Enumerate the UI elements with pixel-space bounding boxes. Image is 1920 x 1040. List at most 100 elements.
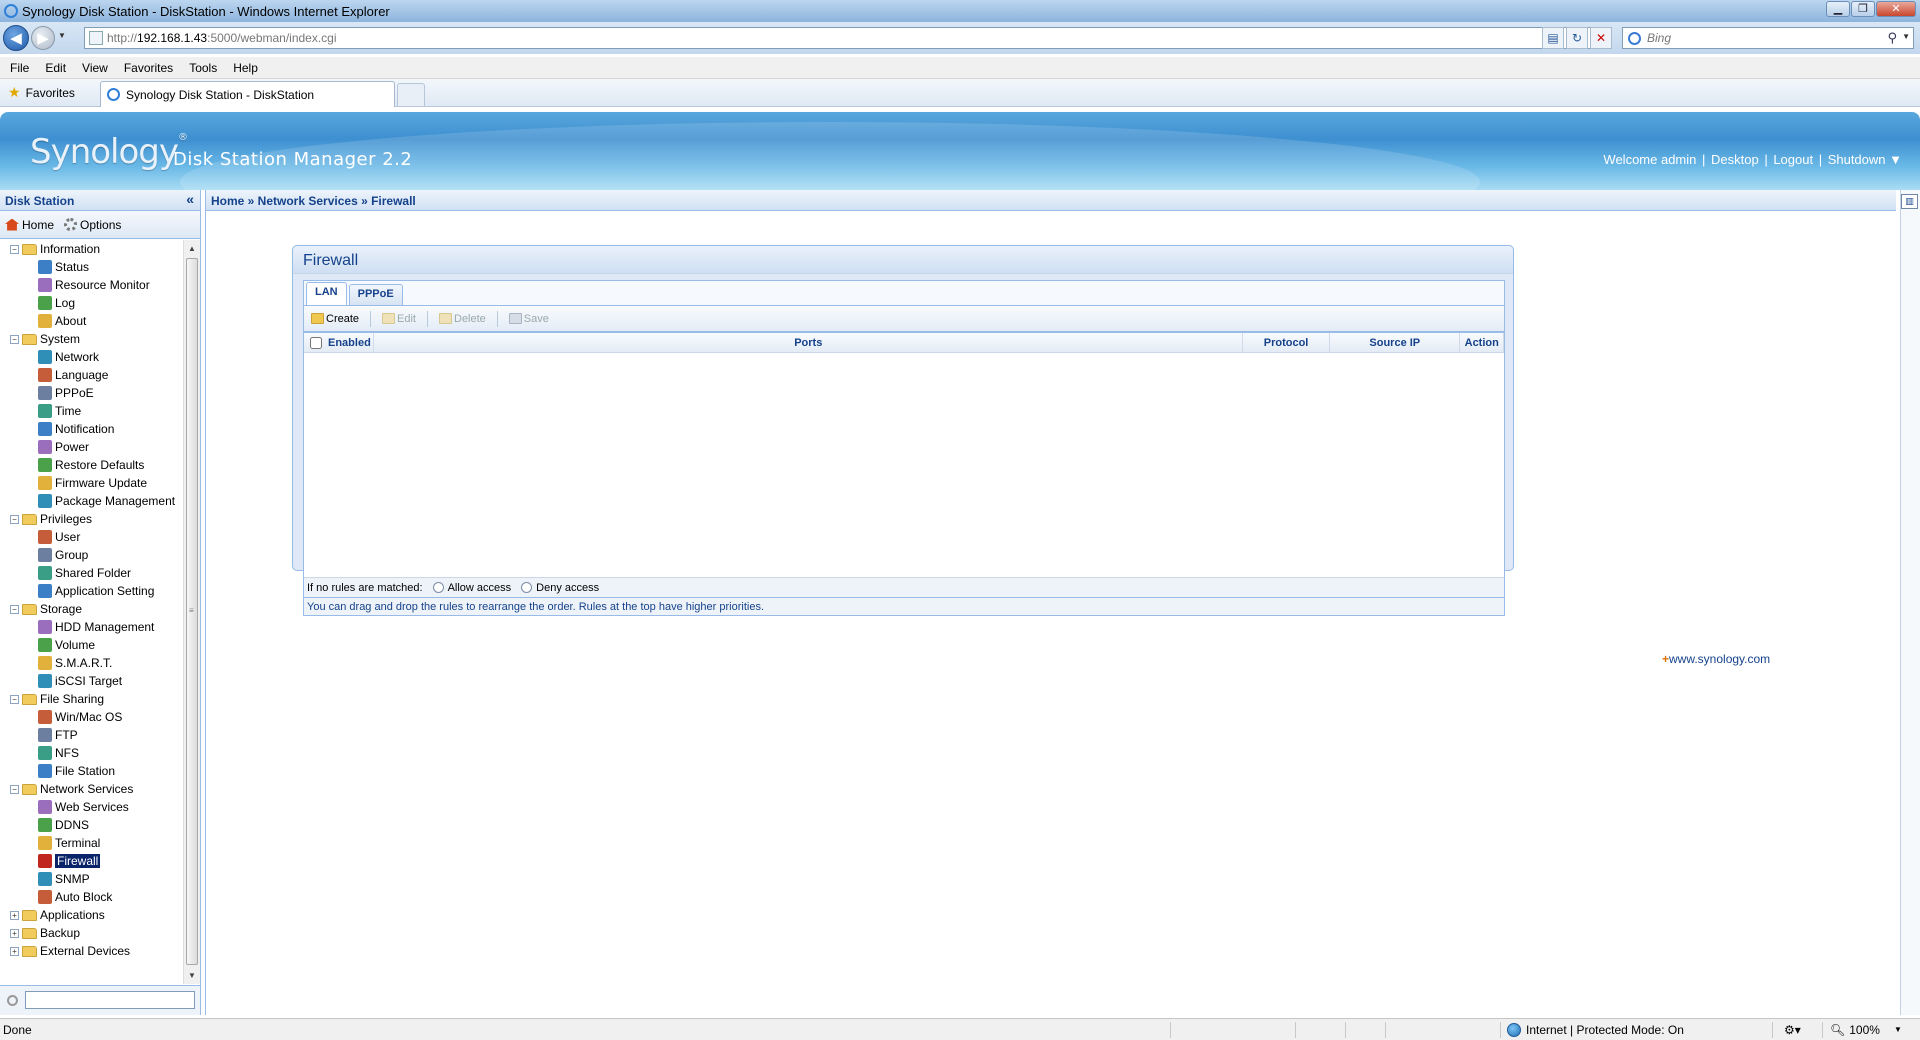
sidebar-item-resource-monitor[interactable]: Resource Monitor — [0, 276, 183, 294]
search-icon[interactable]: ⚲ — [1887, 30, 1897, 46]
menu-help[interactable]: Help — [225, 61, 266, 75]
column-action[interactable]: Action — [1460, 333, 1505, 352]
breadcrumb[interactable]: Home » Network Services » Firewall — [206, 190, 1896, 211]
synology-link-text[interactable]: www.synology.com — [1669, 652, 1770, 666]
collapse-icon[interactable]: − — [10, 244, 19, 254]
sidebar-search-input[interactable] — [25, 991, 195, 1009]
sidebar-item-nfs[interactable]: NFS — [0, 744, 183, 762]
menu-file[interactable]: File — [0, 61, 37, 75]
tree-category-storage[interactable]: − Storage — [0, 600, 183, 618]
home-button[interactable]: Home — [5, 218, 54, 232]
refresh-button[interactable]: ↻ — [1566, 27, 1588, 49]
sidebar-item-firmware-update[interactable]: Firmware Update — [0, 474, 183, 492]
menu-edit[interactable]: Edit — [37, 61, 74, 75]
tree-category-information[interactable]: − Information — [0, 240, 183, 258]
save-button[interactable]: Save — [506, 311, 552, 327]
scroll-up-icon[interactable]: ▲ — [184, 240, 200, 257]
sidebar-scrollbar[interactable]: ▲ ≡ ▼ — [183, 240, 200, 984]
column-ports[interactable]: Ports — [374, 333, 1244, 352]
select-all-checkbox[interactable] — [310, 336, 322, 349]
sidebar-item-snmp[interactable]: SNMP — [0, 870, 183, 888]
options-button[interactable]: Options — [64, 218, 121, 232]
help-icon[interactable]: ▥ — [1901, 194, 1918, 209]
logout-link[interactable]: Logout — [1773, 152, 1813, 167]
sidebar-item-group[interactable]: Group — [0, 546, 183, 564]
collapse-sidebar-icon[interactable]: « — [186, 191, 194, 207]
synology-link[interactable]: +www.synology.com — [1662, 652, 1770, 666]
sidebar-item-s-m-a-r-t[interactable]: S.M.A.R.T. — [0, 654, 183, 672]
sidebar-item-time[interactable]: Time — [0, 402, 183, 420]
column-protocol[interactable]: Protocol — [1243, 333, 1331, 352]
collapse-icon[interactable]: − — [10, 784, 19, 794]
tree-category-external-devices[interactable]: + External Devices — [0, 942, 183, 960]
grid-body[interactable] — [304, 353, 1504, 577]
search-dropdown-icon[interactable]: ▼ — [1902, 32, 1910, 41]
sidebar-item-power[interactable]: Power — [0, 438, 183, 456]
browser-tab[interactable]: Synology Disk Station - DiskStation — [100, 81, 395, 107]
column-source-ip[interactable]: Source IP — [1330, 333, 1461, 352]
stop-button[interactable]: ✕ — [1590, 27, 1612, 49]
new-tab-button[interactable] — [397, 83, 425, 106]
sidebar-item-hdd-management[interactable]: HDD Management — [0, 618, 183, 636]
create-button[interactable]: Create — [308, 311, 362, 327]
sidebar-item-package-management[interactable]: Package Management — [0, 492, 183, 510]
expand-icon[interactable]: + — [10, 910, 19, 920]
sidebar-item-shared-folder[interactable]: Shared Folder — [0, 564, 183, 582]
forward-button[interactable]: ▶ — [31, 26, 55, 50]
url-input[interactable]: http://192.168.1.43:5000/webman/index.cg… — [84, 27, 1612, 49]
menu-favorites[interactable]: Favorites — [116, 61, 181, 75]
sidebar-item-log[interactable]: Log — [0, 294, 183, 312]
tree-category-network-services[interactable]: − Network Services — [0, 780, 183, 798]
sidebar-item-language[interactable]: Language — [0, 366, 183, 384]
sidebar-item-ftp[interactable]: FTP — [0, 726, 183, 744]
allow-access-radio[interactable] — [432, 582, 444, 593]
sidebar-item-status[interactable]: Status — [0, 258, 183, 276]
compat-view-button[interactable]: ▤ — [1542, 27, 1564, 49]
maximize-button[interactable]: ❐ — [1851, 1, 1875, 17]
sidebar-item-firewall[interactable]: Firewall — [0, 852, 183, 870]
zoom-dropdown-icon[interactable]: ▼ — [1894, 1025, 1902, 1034]
tab-pppoe[interactable]: PPPoE — [348, 284, 403, 305]
sidebar-item-user[interactable]: User — [0, 528, 183, 546]
zoom-control[interactable]: 🔍︎ 100% ▼ — [1830, 1023, 1902, 1037]
sidebar-item-auto-block[interactable]: Auto Block — [0, 888, 183, 906]
scroll-down-icon[interactable]: ▼ — [184, 967, 200, 984]
collapse-icon[interactable]: − — [10, 604, 19, 614]
sidebar-item-volume[interactable]: Volume — [0, 636, 183, 654]
collapse-icon[interactable]: − — [10, 514, 19, 524]
tree-category-system[interactable]: − System — [0, 330, 183, 348]
collapse-icon[interactable]: − — [10, 334, 19, 344]
close-window-button[interactable]: ✕ — [1876, 1, 1916, 17]
deny-access-label[interactable]: Deny access — [536, 582, 599, 594]
column-enabled[interactable]: Enabled — [304, 333, 375, 352]
allow-access-label[interactable]: Allow access — [448, 582, 512, 594]
sidebar-item-about[interactable]: About — [0, 312, 183, 330]
tree-category-backup[interactable]: + Backup — [0, 924, 183, 942]
tree-category-file-sharing[interactable]: − File Sharing — [0, 690, 183, 708]
sidebar-item-notification[interactable]: Notification — [0, 420, 183, 438]
sidebar-item-restore-defaults[interactable]: Restore Defaults — [0, 456, 183, 474]
desktop-link[interactable]: Desktop — [1711, 152, 1759, 167]
edit-button[interactable]: Edit — [379, 311, 419, 327]
tree-category-applications[interactable]: + Applications — [0, 906, 183, 924]
tree-category-privileges[interactable]: − Privileges — [0, 510, 183, 528]
sidebar-item-application-setting[interactable]: Application Setting — [0, 582, 183, 600]
search-input[interactable]: Bing ⚲ ▼ — [1622, 27, 1914, 49]
deny-access-radio[interactable] — [521, 582, 533, 593]
favorites-button[interactable]: ★ Favorites — [8, 84, 75, 101]
sidebar-item-pppoe[interactable]: PPPoE — [0, 384, 183, 402]
menu-view[interactable]: View — [74, 61, 116, 75]
sidebar-item-win-mac-os[interactable]: Win/Mac OS — [0, 708, 183, 726]
sidebar-item-iscsi-target[interactable]: iSCSI Target — [0, 672, 183, 690]
expand-icon[interactable]: + — [10, 928, 19, 938]
collapse-icon[interactable]: − — [10, 694, 19, 704]
sidebar-item-network[interactable]: Network — [0, 348, 183, 366]
security-zone[interactable]: Internet | Protected Mode: On — [1507, 1022, 1684, 1037]
popup-blocker-icon[interactable]: ⚙▾ — [1784, 1023, 1801, 1037]
expand-icon[interactable]: + — [10, 946, 19, 956]
scroll-thumb[interactable]: ≡ — [186, 258, 198, 965]
sidebar-item-file-station[interactable]: File Station — [0, 762, 183, 780]
sidebar-item-terminal[interactable]: Terminal — [0, 834, 183, 852]
delete-button[interactable]: Delete — [436, 311, 489, 327]
shutdown-menu[interactable]: Shutdown ▼ — [1828, 152, 1902, 167]
